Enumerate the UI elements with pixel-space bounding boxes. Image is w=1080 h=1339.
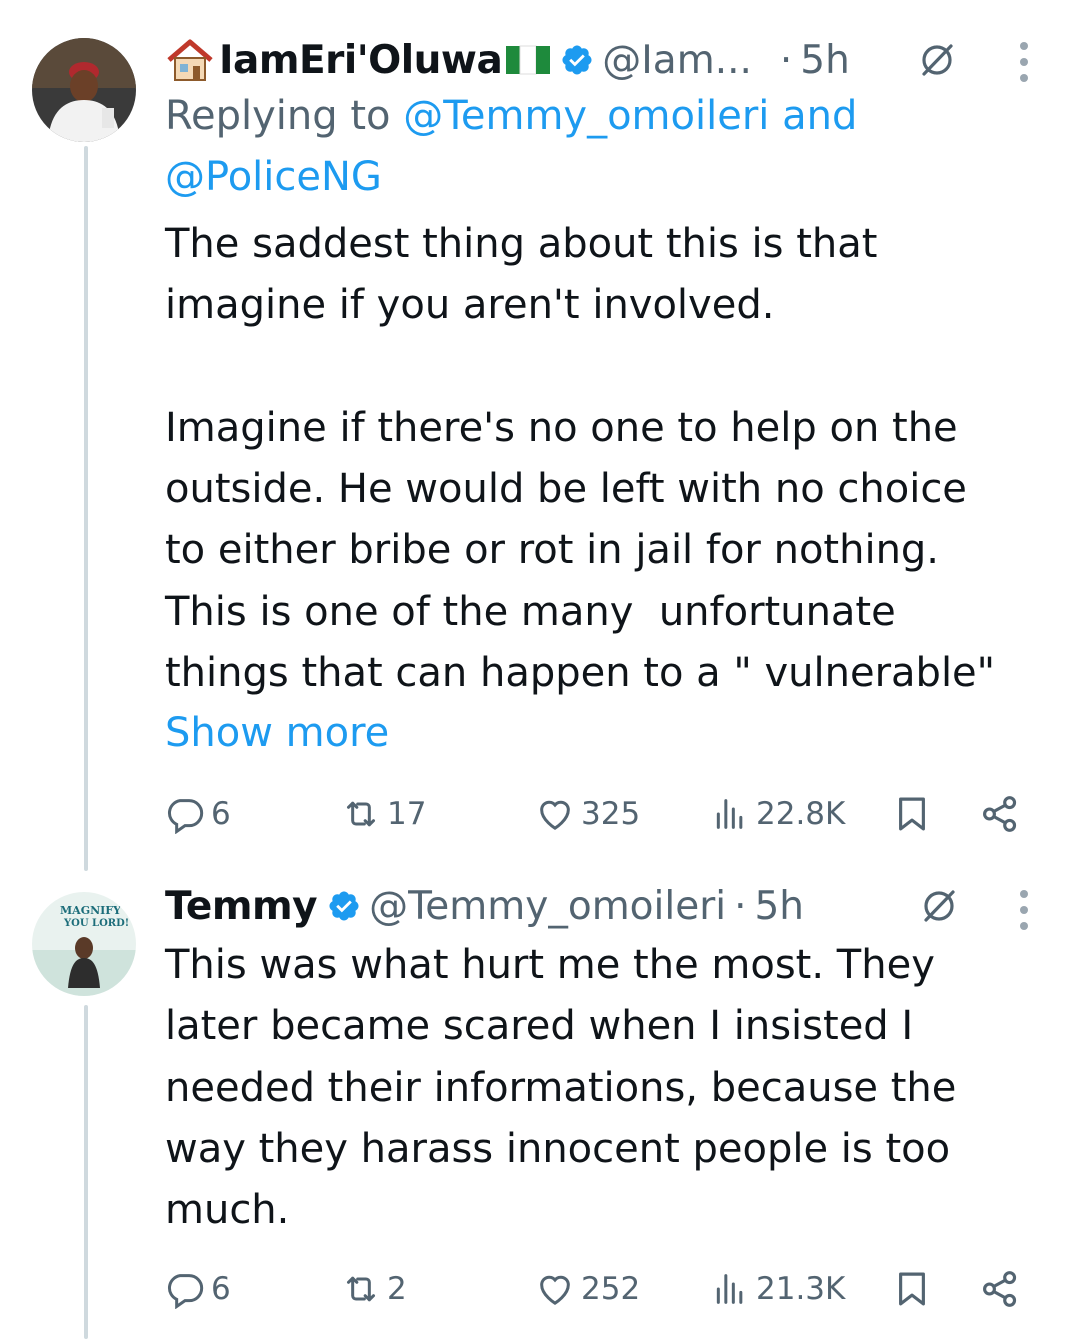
avatar[interactable] [32, 38, 136, 142]
display-name[interactable]: IamEri'Oluwa [219, 38, 503, 83]
avatar[interactable]: MAGNIFY YOU LORD! [32, 892, 136, 996]
tweet-actions: 6 17 325 22.8K [165, 789, 1050, 839]
repost-button[interactable]: 2 [341, 1264, 407, 1314]
like-icon [540, 800, 570, 830]
repost-count: 2 [387, 1271, 407, 1307]
replying-to: Replying to @Temmy_omoileri and @PoliceN… [165, 86, 1050, 208]
timestamp[interactable]: 5h [754, 884, 804, 929]
house-icon [165, 38, 215, 82]
nigeria-flag-icon [506, 44, 551, 76]
repost-icon [347, 801, 375, 827]
bookmark-icon[interactable] [891, 1268, 933, 1310]
timestamp[interactable]: 5h [800, 38, 850, 83]
views-icon [716, 799, 743, 829]
handle[interactable]: @Temmy_omoileri [369, 884, 726, 929]
reply-count: 6 [211, 796, 231, 832]
views-button[interactable]: 22.8K [710, 789, 845, 839]
like-button[interactable]: 252 [535, 1264, 640, 1314]
repost-icon [347, 1276, 375, 1302]
separator-dot: · [734, 883, 747, 929]
replying-to-label: Replying to [165, 93, 404, 139]
verified-icon[interactable] [560, 43, 594, 77]
more-icon[interactable] [1018, 40, 1030, 84]
show-more-link[interactable]: Show more [165, 703, 1050, 764]
tweet-1[interactable]: IamEri'Oluwa @Iam... · 5h Replying to @T… [165, 30, 1050, 840]
reply-button[interactable]: 6 [165, 789, 231, 839]
separator-dot: · [779, 37, 793, 83]
bookmark-icon[interactable] [891, 793, 933, 835]
views-icon [716, 1274, 743, 1304]
share-icon[interactable] [979, 793, 1021, 835]
avatar-text-1: MAGNIFY [60, 904, 121, 917]
repost-button[interactable]: 17 [341, 789, 426, 839]
grok-icon[interactable] [919, 886, 959, 926]
repost-count: 17 [387, 796, 427, 832]
avatar-text-2: YOU LORD! [63, 918, 129, 929]
share-icon[interactable] [979, 1268, 1021, 1310]
grok-icon[interactable] [917, 40, 957, 80]
reply-icon [167, 1274, 204, 1309]
display-name[interactable]: Temmy [165, 884, 318, 929]
reply-button[interactable]: 6 [165, 1264, 231, 1314]
views-count: 22.8K [756, 796, 846, 832]
reply-and: and [769, 93, 858, 139]
more-icon[interactable] [1018, 888, 1030, 932]
tweet-header: Temmy @Temmy_omoileri · 5h [165, 878, 1050, 934]
mention-link-2[interactable]: @PoliceNG [165, 154, 382, 200]
reply-icon [167, 799, 204, 834]
tweet-2[interactable]: Temmy @Temmy_omoileri · 5h This was what… [165, 878, 1050, 1328]
like-count: 252 [581, 1271, 641, 1307]
handle[interactable]: @Iam... [602, 38, 752, 83]
tweet-text: The saddest thing about this is that ima… [165, 221, 996, 697]
like-button[interactable]: 325 [535, 789, 640, 839]
views-button[interactable]: 21.3K [710, 1264, 845, 1314]
mention-link-1[interactable]: @Temmy_omoileri [403, 93, 769, 139]
reply-count: 6 [211, 1271, 231, 1307]
views-count: 21.3K [756, 1271, 846, 1307]
like-icon [540, 1275, 570, 1305]
thread-line-2 [84, 1005, 88, 1339]
tweet-text: This was what hurt me the most. They lat… [165, 942, 957, 1234]
verified-icon[interactable] [327, 889, 361, 923]
like-count: 325 [581, 796, 641, 832]
tweet-actions: 6 2 252 21.3K [165, 1264, 1050, 1314]
thread-line-1 [84, 146, 88, 871]
